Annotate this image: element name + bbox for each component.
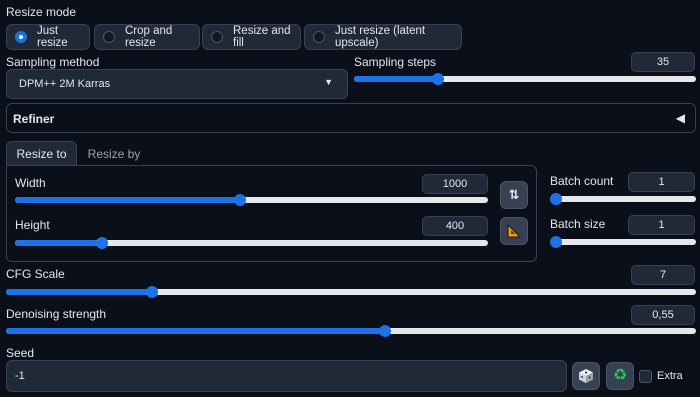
- slider-thumb[interactable]: [378, 325, 391, 337]
- refiner-label: Refiner: [13, 112, 55, 126]
- batch-size-slider[interactable]: [550, 234, 696, 250]
- cfg-scale-slider[interactable]: [6, 284, 696, 300]
- sampling-steps-input[interactable]: 35: [631, 52, 695, 72]
- height-label: Height: [15, 218, 50, 232]
- cfg-scale-label: CFG Scale: [6, 267, 65, 281]
- radio-just-resize-latent-upscale[interactable]: Just resize (latent upscale): [304, 24, 462, 50]
- seed-input[interactable]: -1: [6, 360, 567, 392]
- extra-label: Extra: [657, 370, 683, 382]
- triangle-ruler-icon: [507, 223, 522, 238]
- slider-thumb[interactable]: [431, 73, 444, 85]
- extra-checkbox[interactable]: [639, 370, 652, 383]
- batch-size-label: Batch size: [550, 217, 606, 231]
- height-input[interactable]: 400: [422, 216, 488, 236]
- radio-label: Crop and resize: [125, 25, 173, 49]
- denoising-strength-input[interactable]: 0,55: [631, 305, 695, 325]
- reuse-seed-button[interactable]: ♻: [606, 362, 634, 390]
- slider-fill: [6, 289, 149, 295]
- swap-dimensions-button[interactable]: ⇅: [500, 181, 528, 209]
- sampling-steps-label: Sampling steps: [354, 55, 437, 69]
- width-slider[interactable]: [15, 192, 488, 208]
- radio-label: Just resize: [37, 25, 68, 49]
- resize-mode-label: Resize mode: [6, 5, 77, 19]
- sampling-steps-slider[interactable]: [354, 71, 696, 87]
- tab-resize-by[interactable]: Resize by: [78, 141, 150, 167]
- radio-label: Just resize (latent upscale): [335, 25, 426, 49]
- width-label: Width: [15, 176, 46, 190]
- width-input[interactable]: 1000: [422, 174, 488, 194]
- slider-thumb[interactable]: [550, 236, 562, 248]
- denoising-strength-label: Denoising strength: [6, 307, 107, 321]
- slider-fill: [354, 76, 435, 82]
- random-seed-button[interactable]: [572, 362, 600, 390]
- denoising-strength-slider[interactable]: [6, 323, 696, 339]
- radio-label: Resize and fill: [233, 25, 291, 49]
- radio-checked-indicator: [15, 31, 27, 43]
- radio-unchecked-indicator: [103, 31, 115, 43]
- auto-size-button[interactable]: [500, 217, 528, 245]
- radio-unchecked-indicator: [211, 31, 223, 43]
- refiner-accordion[interactable]: Refiner ◀: [6, 103, 696, 133]
- height-slider[interactable]: [15, 235, 488, 251]
- sampling-method-dropdown[interactable]: DPM++ 2M Karras ▼: [6, 69, 348, 99]
- sampling-method-value: DPM++ 2M Karras: [19, 78, 111, 90]
- slider-fill: [15, 240, 98, 246]
- batch-count-slider[interactable]: [550, 191, 696, 207]
- slider-track: [550, 196, 696, 202]
- radio-crop-and-resize[interactable]: Crop and resize: [94, 24, 200, 50]
- batch-size-input[interactable]: 1: [628, 215, 695, 235]
- batch-count-input[interactable]: 1: [628, 172, 695, 192]
- dice-icon: [579, 369, 593, 383]
- recycle-icon: ♻: [612, 367, 628, 384]
- slider-fill: [15, 197, 241, 203]
- seed-label: Seed: [6, 346, 35, 360]
- radio-just-resize[interactable]: Just resize: [6, 24, 90, 50]
- sampling-method-label: Sampling method: [6, 55, 100, 69]
- chevron-down-icon: ▼: [324, 77, 333, 87]
- slider-fill: [6, 328, 386, 334]
- slider-thumb[interactable]: [550, 193, 562, 205]
- tab-resize-to[interactable]: Resize to: [6, 141, 77, 167]
- radio-resize-and-fill[interactable]: Resize and fill: [202, 24, 301, 50]
- radio-unchecked-indicator: [313, 31, 325, 43]
- batch-count-label: Batch count: [550, 174, 614, 188]
- slider-thumb[interactable]: [95, 237, 108, 249]
- collapse-arrow-icon: ◀: [675, 111, 685, 125]
- slider-track: [550, 239, 696, 245]
- swap-arrows-icon: ⇅: [508, 187, 520, 202]
- seed-value: -1: [15, 370, 25, 382]
- cfg-scale-input[interactable]: 7: [631, 265, 695, 285]
- slider-thumb[interactable]: [146, 286, 159, 298]
- slider-thumb[interactable]: [234, 194, 247, 206]
